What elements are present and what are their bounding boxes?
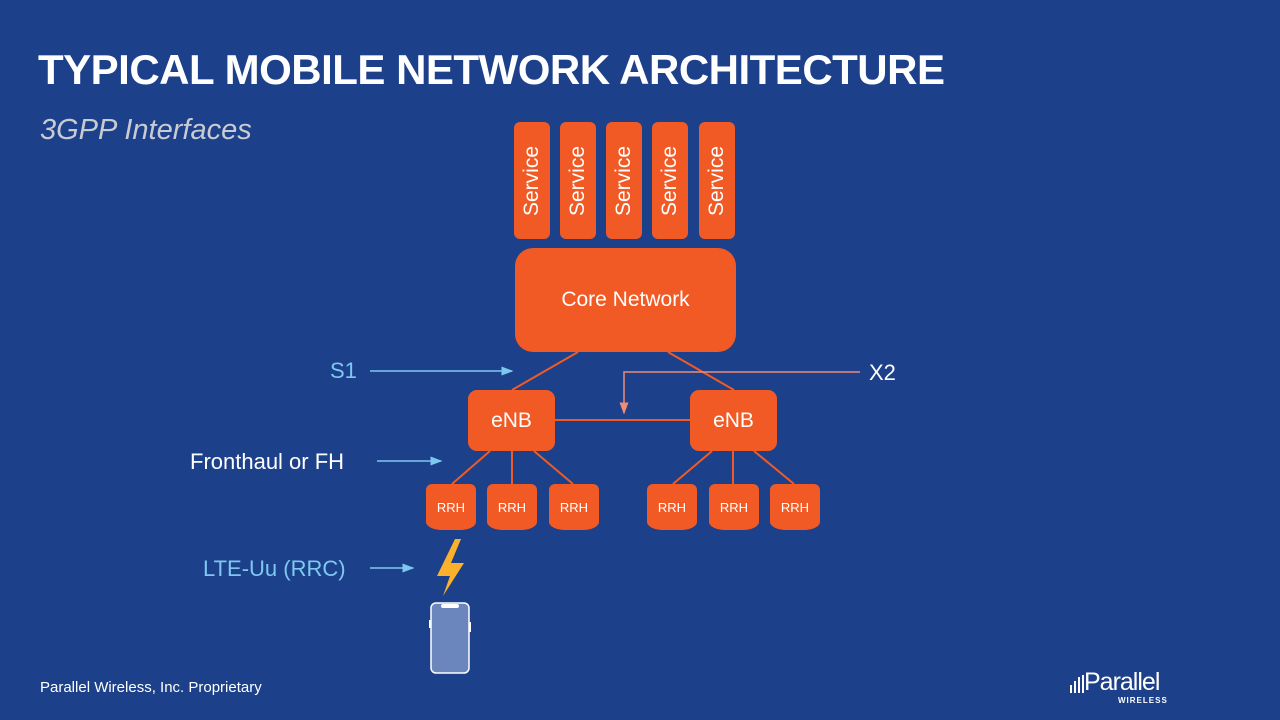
service-box-1: Service (514, 122, 550, 239)
rrh-right-1: RRH (647, 484, 697, 530)
lightning-icon (437, 539, 464, 596)
rrh-right-2: RRH (709, 484, 759, 530)
service-label: Service (612, 145, 635, 216)
logo-subtext: WIRELESS (1118, 696, 1168, 705)
enb-right-rrh1-link (672, 450, 713, 485)
rrh-left-1: RRH (426, 484, 476, 530)
enb-left-rrh1-link (451, 450, 491, 485)
s1-label: S1 (330, 358, 357, 383)
core-network-box: Core Network (515, 248, 736, 352)
service-box-2: Service (560, 122, 596, 239)
fronthaul-label: Fronthaul or FH (190, 449, 345, 474)
service-label: Service (658, 145, 681, 216)
rrh-left-3: RRH (549, 484, 599, 530)
enb-left-box: eNB (468, 390, 555, 451)
service-box-4: Service (652, 122, 688, 239)
service-label: Service (520, 145, 543, 216)
core-to-enb-left-link (511, 351, 579, 391)
core-to-enb-right-link (667, 351, 735, 391)
logo-wordmark: Parallel (1084, 668, 1160, 696)
diagram-connectors (370, 351, 860, 674)
rrh-left-2: RRH (487, 484, 537, 530)
x2-label: X2 (869, 360, 896, 385)
footer-proprietary: Parallel Wireless, Inc. Proprietary (40, 679, 262, 696)
service-box-5: Service (699, 122, 735, 239)
enb-left-rrh3-link (533, 450, 574, 485)
lte-uu-label: LTE-Uu (RRC) (203, 556, 346, 581)
enb-right-box: eNB (690, 390, 777, 451)
rrh-right-3: RRH (770, 484, 820, 530)
service-box-3: Service (606, 122, 642, 239)
enb-right-rrh3-link (753, 450, 795, 485)
signal-bars-icon (1070, 675, 1084, 693)
parallel-wireless-logo: Parallel WIRELESS (1068, 668, 1178, 708)
smartphone-icon (429, 602, 471, 674)
service-label: Service (705, 145, 728, 216)
service-label: Service (566, 145, 589, 216)
